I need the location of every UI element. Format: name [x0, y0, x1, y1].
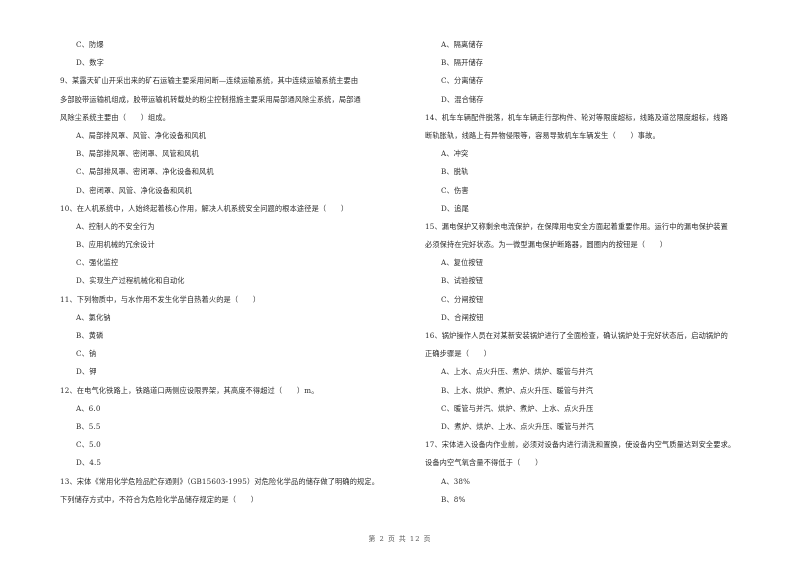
question-text: 下列储存方式中，不符合为危险化学品储存规定的是（ ） [60, 494, 259, 504]
answer-option: C、钠 [76, 349, 97, 359]
question-text: 9、某露天矿山开采出来的矿石运输主要采用间断—连续运输系统，其中连续运输系统主要… [60, 76, 359, 86]
question-text: 设备内空气氧含量不得低于（ ） [425, 458, 543, 468]
answer-option: D、钾 [76, 367, 97, 377]
answer-option: C、分闸按钮 [441, 294, 484, 304]
question-text: 14、机车车辆配件脱落，机车车辆走行部构件、轮对等限度超标，线路及道岔限度超标，… [425, 112, 728, 122]
question-text: 11、下列物质中，与水作用不发生化学自热着火的是（ ） [60, 294, 261, 304]
answer-option: C、强化监控 [76, 258, 119, 268]
answer-option: D、混合储存 [441, 94, 484, 104]
question-text: 多部胶带运输机组成，胶带运输机转载处的粉尘控制措施主要采用局部通风除尘系统，局部… [60, 94, 361, 104]
answer-option: C、防爆 [76, 40, 104, 49]
answer-option: A、隔离储存 [441, 40, 484, 49]
question-text: 风除尘系统主要由（ ）组成。 [60, 112, 171, 122]
question-text: 17、宋体进入设备内作业前，必须对设备内进行清洗和置换，使设备内空气质量达到安全… [425, 440, 736, 450]
answer-option: A、氯化钠 [76, 312, 111, 322]
answer-option: C、局部排风罩、密闭罩、净化设备和风机 [76, 167, 214, 177]
answer-option: D、密闭罩、风管、净化设备和风机 [76, 185, 192, 195]
question-text: 必须保持在完好状态。为一微型漏电保护断路器，圆圈内的按钮是（ ） [425, 240, 668, 250]
answer-option: A、复位按钮 [441, 258, 484, 268]
question-text: 13、宋体《常用化学危险品贮存通则》（GB15603-1995）对危险化学品的储… [60, 476, 380, 486]
answer-option: A、上水、点火升压、煮炉、烘炉、暖管与并汽 [441, 367, 594, 377]
left-column: C、防爆 D、数字 9、某露天矿山开采出来的矿石运输主要采用间断—连续运输系统，其中… [60, 36, 410, 509]
answer-option: D、实现生产过程机械化和自动化 [76, 276, 185, 286]
answer-option: D、数字 [76, 58, 104, 68]
answer-option: B、隔开储存 [441, 58, 484, 68]
answer-option: C、分离储存 [441, 76, 484, 86]
question-text: 10、在人机系统中，人始终起着核心作用，解决人机系统安全问题的根本途径是（ ） [60, 203, 349, 213]
question-text: 断轨胀轨，线路上有异物侵限等，容易导致机车车辆发生（ ）事故。 [425, 130, 660, 140]
exam-page: C、防爆 D、数字 9、某露天矿山开采出来的矿石运输主要采用间断—连续运输系统，其中… [0, 0, 800, 565]
answer-option: B、5.5 [76, 421, 101, 431]
answer-option: C、伤害 [441, 185, 469, 195]
page-number-footer: 第 2 页 共 12 页 [368, 535, 432, 543]
question-text: 12、在电气化铁路上，铁路道口两侧应设限界架，其高度不得超过（ ）m。 [60, 385, 319, 395]
answer-option: A、38% [441, 476, 471, 486]
answer-option: C、暖管与并汽、烘炉、煮炉、上水、点火升压 [441, 403, 594, 413]
question-text: 15、漏电保护又称剩余电流保护，在保障用电安全方面起着重要作用。运行中的漏电保护… [425, 221, 728, 231]
answer-option: B、黄磷 [76, 331, 104, 340]
right-column: A、隔离储存 B、隔开储存 C、分离储存 D、混合储存 14、机车车辆配件脱落，机车车辆… [425, 36, 775, 509]
question-text: 16、锅炉操作人员在对某新安装锅炉进行了全面检查，确认锅炉处于完好状态后，启动锅… [425, 331, 728, 340]
answer-option: A、控制人的不安全行为 [76, 221, 155, 231]
answer-option: A、局部排风罩、风管、净化设备和风机 [76, 130, 207, 140]
answer-option: A、冲突 [441, 149, 469, 159]
answer-option: B、脱轨 [441, 167, 469, 177]
question-text: 正确步骤是（ ） [425, 349, 492, 359]
answer-option: D、4.5 [76, 458, 102, 468]
answer-option: B、应用机械的冗余设计 [76, 240, 155, 250]
answer-option: B、8% [441, 494, 466, 504]
answer-option: D、合闸按钮 [441, 312, 484, 322]
answer-option: D、追尾 [441, 203, 469, 213]
answer-option: A、6.0 [76, 403, 101, 413]
answer-option: D、煮炉、烘炉、上水、点火升压、暖管与并汽 [441, 421, 594, 431]
answer-option: B、上水、烘炉、煮炉、点火升压、暖管与并汽 [441, 385, 594, 395]
answer-option: B、局部排风罩、密闭罩、风管和风机 [76, 149, 199, 159]
answer-option: B、试验按钮 [441, 276, 484, 286]
answer-option: C、5.0 [76, 440, 101, 450]
